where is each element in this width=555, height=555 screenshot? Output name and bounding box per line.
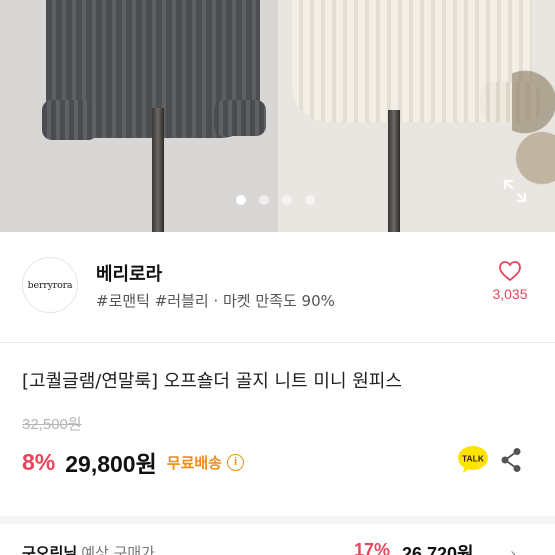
gallery-pagination[interactable] bbox=[236, 195, 315, 205]
coupon-sub-label: 예상 구매가 bbox=[81, 544, 155, 555]
seller-logo[interactable]: berryrora bbox=[22, 257, 78, 313]
gallery-dot-1[interactable] bbox=[236, 195, 246, 205]
expand-icon[interactable] bbox=[502, 178, 528, 204]
product-title: [고퀄글램/연말룩] 오프숄더 골지 니트 미니 원피스 bbox=[22, 371, 402, 392]
seller-tags: #로맨틱 #러블리 · 마켓 만족도 90% bbox=[96, 292, 335, 310]
section-divider bbox=[0, 342, 555, 343]
gallery-dot-2[interactable] bbox=[259, 195, 269, 205]
product-image-gallery[interactable] bbox=[0, 0, 555, 232]
discount-rate: 8% bbox=[22, 448, 56, 475]
seller-name[interactable]: 베리로라 bbox=[96, 260, 162, 286]
kakao-talk-icon: TALK bbox=[458, 446, 488, 473]
kakao-talk-label: TALK bbox=[462, 454, 485, 464]
original-price: 32,500원 bbox=[22, 416, 82, 433]
gallery-dot-4[interactable] bbox=[305, 195, 315, 205]
expected-price-row[interactable]: 구오린님 예상 구매가 17% 26,720원 › bbox=[0, 524, 555, 555]
expected-price: 26,720원 bbox=[402, 544, 474, 555]
gallery-dot-3[interactable] bbox=[282, 195, 292, 205]
shipping-info-icon[interactable]: i bbox=[226, 453, 244, 471]
seller-logo-text: berryrora bbox=[27, 279, 73, 291]
mannequin-stand-left bbox=[152, 108, 164, 232]
heart-outline-icon bbox=[499, 261, 521, 282]
seller-section[interactable]: berryrora 베리로라 #로맨틱 #러블리 · 마켓 만족도 90% 3,… bbox=[0, 232, 555, 342]
price-row: 8% 29,800원 무료배송 i bbox=[22, 445, 244, 479]
mannequin-stand-right bbox=[388, 110, 400, 232]
expected-discount: 17% bbox=[354, 540, 391, 555]
like-count: 3,035 bbox=[492, 286, 528, 302]
white-knit-sweater-image bbox=[292, 0, 540, 122]
expected-price-label: 구오린님 예상 구매가 bbox=[22, 542, 155, 555]
free-shipping-label: 무료배송 bbox=[166, 453, 222, 472]
share-icon[interactable] bbox=[500, 447, 522, 473]
bottom-divider bbox=[0, 516, 555, 524]
sale-price: 29,800원 bbox=[65, 451, 157, 477]
coupon-user-label: 구오린님 bbox=[22, 544, 78, 555]
chevron-right-icon[interactable]: › bbox=[510, 544, 516, 555]
kakao-talk-button[interactable]: TALK bbox=[458, 446, 488, 474]
like-button[interactable]: 3,035 bbox=[484, 260, 536, 302]
